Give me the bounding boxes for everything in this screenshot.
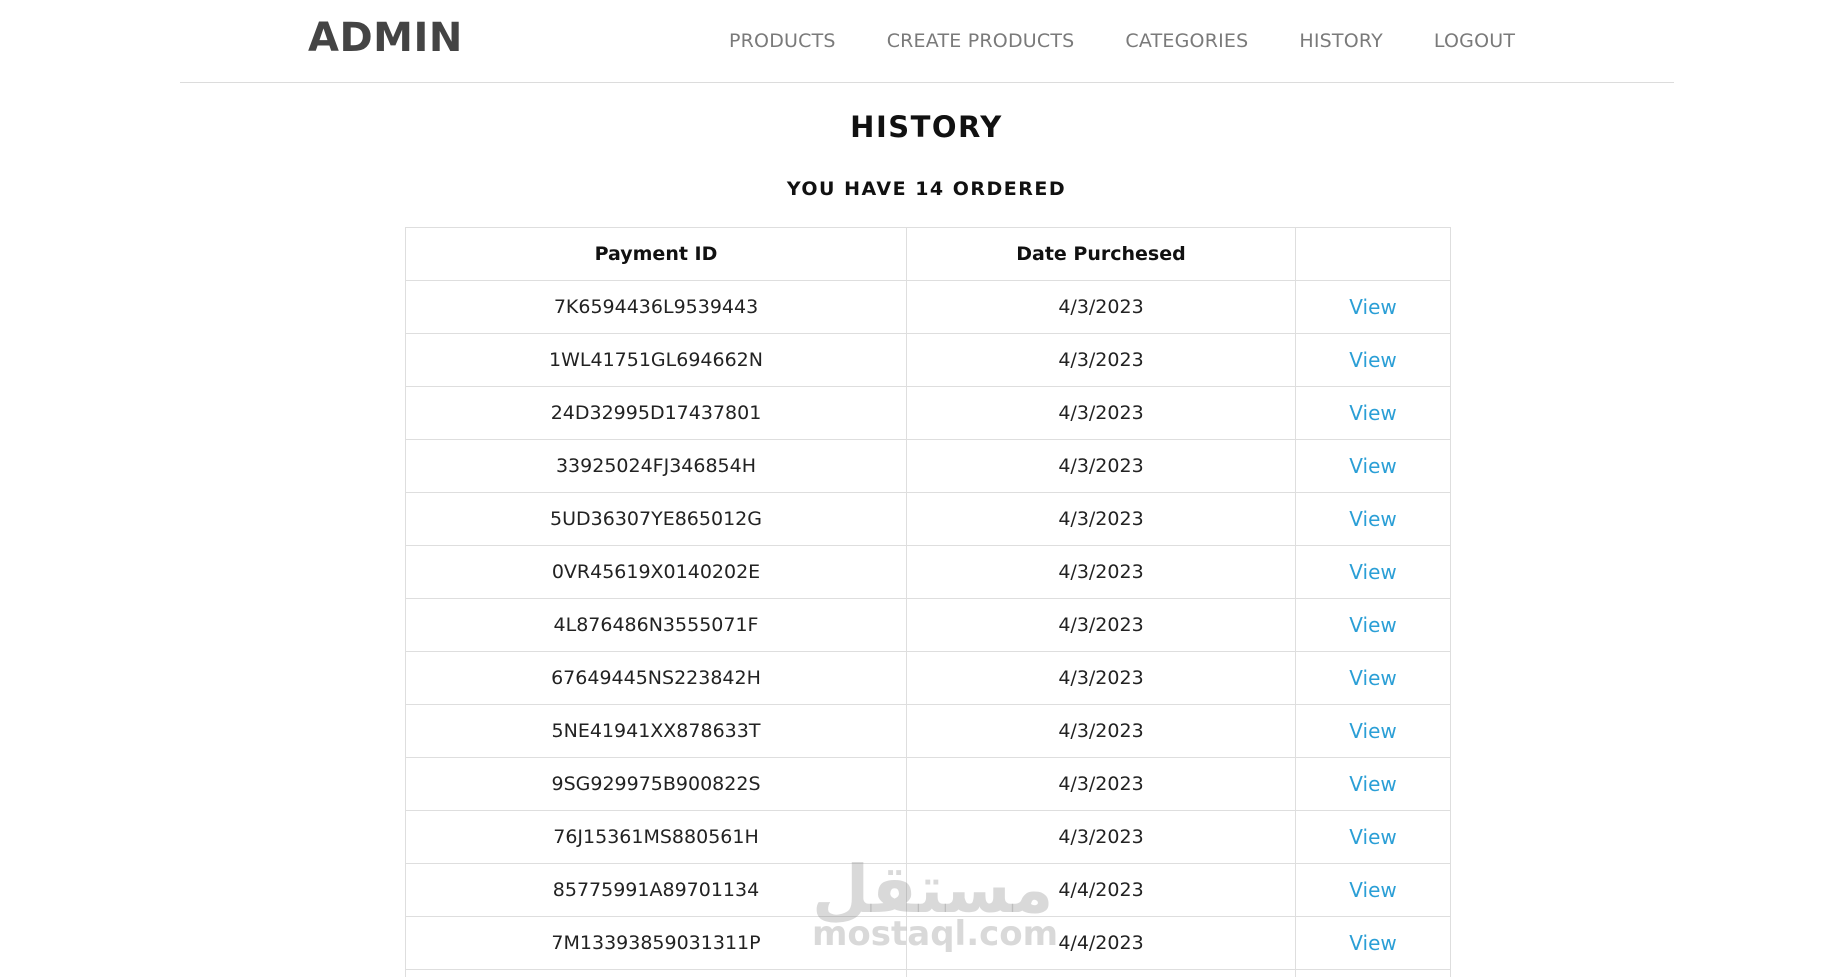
view-link[interactable]: View <box>1349 931 1396 955</box>
payment-id-cell: 76J15361MS880561H <box>405 810 907 864</box>
nav-item-create-products[interactable]: CREATE PRODUCTS <box>887 30 1075 52</box>
action-cell: View <box>1295 333 1451 387</box>
table-row: 4L876486N3555071F 4/3/2023 View <box>405 598 1451 652</box>
action-cell: View <box>1295 757 1451 811</box>
date-cell: 4/4/2023 <box>906 863 1296 917</box>
table-row: 85775991A89701134 4/4/2023 View <box>405 863 1451 917</box>
action-cell: View <box>1295 280 1451 334</box>
date-cell: 4/3/2023 <box>906 704 1296 758</box>
view-link[interactable]: View <box>1349 772 1396 796</box>
payment-id-cell <box>405 969 907 977</box>
table-row: 7M13393859031311P 4/4/2023 View <box>405 916 1451 970</box>
table-header-row: Payment ID Date Purchesed <box>405 227 1451 281</box>
payment-id-cell: 67649445NS223842H <box>405 651 907 705</box>
page-title: HISTORY <box>850 110 1003 144</box>
date-cell: 4/3/2023 <box>906 598 1296 652</box>
action-cell: View <box>1295 386 1451 440</box>
payment-id-cell: 4L876486N3555071F <box>405 598 907 652</box>
payment-id-cell: 5UD36307YE865012G <box>405 492 907 546</box>
payment-id-cell: 24D32995D17437801 <box>405 386 907 440</box>
action-cell: View <box>1295 810 1451 864</box>
date-cell: 4/3/2023 <box>906 386 1296 440</box>
date-cell <box>906 969 1296 977</box>
payment-id-cell: 33925024FJ346854H <box>405 439 907 493</box>
payment-id-cell: 5NE41941XX878633T <box>405 704 907 758</box>
table-row: 5UD36307YE865012G 4/3/2023 View <box>405 492 1451 546</box>
date-cell: 4/3/2023 <box>906 651 1296 705</box>
history-table: Payment ID Date Purchesed 7K6594436L9539… <box>405 227 1451 977</box>
date-cell: 4/3/2023 <box>906 757 1296 811</box>
action-cell: View <box>1295 863 1451 917</box>
action-cell: View <box>1295 492 1451 546</box>
table-row: 33925024FJ346854H 4/3/2023 View <box>405 439 1451 493</box>
nav-item-categories[interactable]: CATEGORIES <box>1125 30 1248 52</box>
nav-item-products[interactable]: PRODUCTS <box>729 30 836 52</box>
payment-id-cell: 7K6594436L9539443 <box>405 280 907 334</box>
nav-item-logout[interactable]: LOGOUT <box>1434 30 1515 52</box>
main-nav: PRODUCTS CREATE PRODUCTS CATEGORIES HIST… <box>729 0 1515 82</box>
date-cell: 4/3/2023 <box>906 280 1296 334</box>
payment-id-cell: 85775991A89701134 <box>405 863 907 917</box>
table-row: 76J15361MS880561H 4/3/2023 View <box>405 810 1451 864</box>
view-link[interactable]: View <box>1349 560 1396 584</box>
view-link[interactable]: View <box>1349 295 1396 319</box>
header-payment-id: Payment ID <box>405 227 907 281</box>
view-link[interactable]: View <box>1349 348 1396 372</box>
nav-item-history[interactable]: HISTORY <box>1299 30 1383 52</box>
table-row: 24D32995D17437801 4/3/2023 View <box>405 386 1451 440</box>
action-cell: View <box>1295 704 1451 758</box>
date-cell: 4/3/2023 <box>906 492 1296 546</box>
payment-id-cell: 9SG929975B900822S <box>405 757 907 811</box>
date-cell: 4/3/2023 <box>906 333 1296 387</box>
top-navbar: ADMIN PRODUCTS CREATE PRODUCTS CATEGORIE… <box>180 0 1674 83</box>
view-link[interactable]: View <box>1349 613 1396 637</box>
header-action <box>1295 227 1451 281</box>
table-row: 5NE41941XX878633T 4/3/2023 View <box>405 704 1451 758</box>
date-cell: 4/4/2023 <box>906 916 1296 970</box>
view-link[interactable]: View <box>1349 507 1396 531</box>
view-link[interactable]: View <box>1349 719 1396 743</box>
payment-id-cell: 1WL41751GL694662N <box>405 333 907 387</box>
table-row: 1WL41751GL694662N 4/3/2023 View <box>405 333 1451 387</box>
table-row: 7K6594436L9539443 4/3/2023 View <box>405 280 1451 334</box>
action-cell: View <box>1295 598 1451 652</box>
action-cell: View <box>1295 545 1451 599</box>
action-cell: View <box>1295 651 1451 705</box>
table-row: 9SG929975B900822S 4/3/2023 View <box>405 757 1451 811</box>
view-link[interactable]: View <box>1349 825 1396 849</box>
order-count-heading: YOU HAVE 14 ORDERED <box>786 178 1067 200</box>
payment-id-cell: 7M13393859031311P <box>405 916 907 970</box>
action-cell: View <box>1295 439 1451 493</box>
brand-logo[interactable]: ADMIN <box>308 15 463 61</box>
table-row-partial <box>405 969 1451 977</box>
view-link[interactable]: View <box>1349 878 1396 902</box>
date-cell: 4/3/2023 <box>906 439 1296 493</box>
table-row: 0VR45619X0140202E 4/3/2023 View <box>405 545 1451 599</box>
table-row: 67649445NS223842H 4/3/2023 View <box>405 651 1451 705</box>
page: ADMIN PRODUCTS CREATE PRODUCTS CATEGORIE… <box>0 0 1838 977</box>
header-date-purchased: Date Purchesed <box>906 227 1296 281</box>
view-link[interactable]: View <box>1349 666 1396 690</box>
action-cell <box>1295 969 1451 977</box>
view-link[interactable]: View <box>1349 454 1396 478</box>
date-cell: 4/3/2023 <box>906 545 1296 599</box>
action-cell: View <box>1295 916 1451 970</box>
view-link[interactable]: View <box>1349 401 1396 425</box>
date-cell: 4/3/2023 <box>906 810 1296 864</box>
payment-id-cell: 0VR45619X0140202E <box>405 545 907 599</box>
